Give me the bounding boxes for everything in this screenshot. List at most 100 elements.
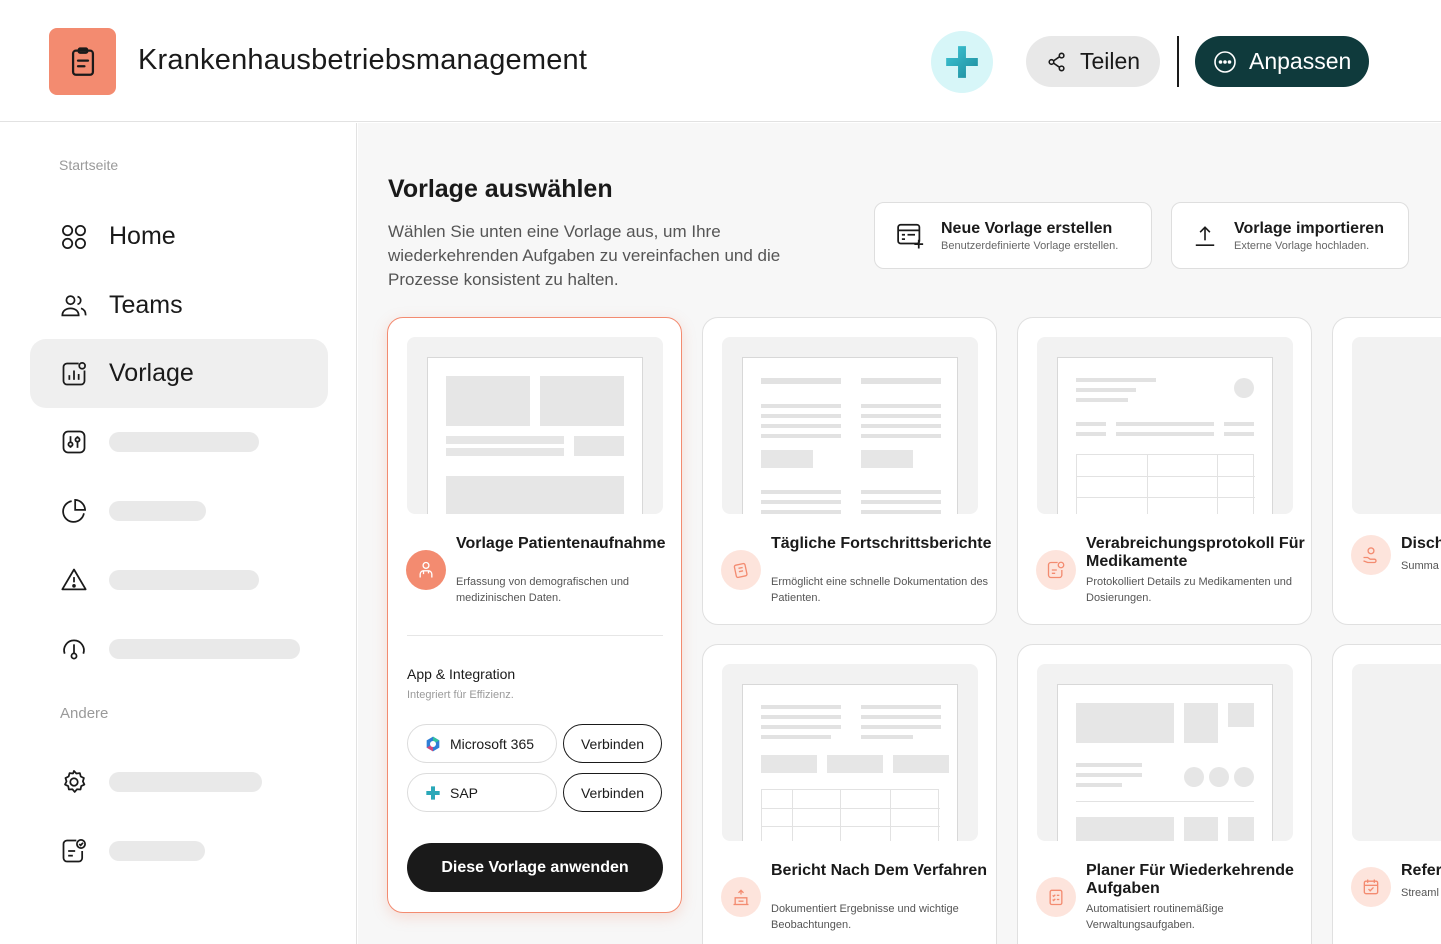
sidebar-item-placeholder[interactable] [30,614,328,683]
connect-sap-button[interactable]: Verbinden [563,773,662,812]
app-title: Krankenhausbetriebsmanagement [138,44,588,76]
card-description: Protokolliert Details zu Medikamenten un… [1086,576,1293,604]
medication-check-icon [1036,550,1076,590]
card-description: Ermöglicht eine schnelle Dokumentation d… [771,576,989,604]
import-template-subtitle: Externe Vorlage hochladen. [1234,239,1370,252]
app-header: Krankenhausbetriebsmanagement Teilen Anp… [0,0,1441,122]
card-title: Tägliche Fortschrittsberichte [771,535,992,552]
template-preview [722,337,978,514]
upload-icon [1195,225,1215,246]
sidebar-section-home: Startseite [59,157,119,173]
card-description: Streaml patients [1401,887,1441,899]
share-icon [1048,52,1065,71]
loading-placeholder [109,569,259,590]
template-card-patient-intake[interactable]: Vorlage Patientenaufnahme Erfassung von … [387,317,682,913]
medical-plus-icon [946,46,978,78]
loading-placeholder [109,500,206,521]
template-card-referral[interactable]: Refer Streaml patients [1332,644,1441,944]
card-title: Bericht Nach Dem Verfahren [771,862,988,879]
import-template-title: Vorlage importieren [1234,219,1384,237]
card-title: Refer [1401,862,1441,879]
template-card-post-procedure[interactable]: Bericht Nach Dem Verfahren Dokumentiert … [702,644,997,944]
template-chart-icon [59,359,89,389]
card-description: Erfassung von demografischen und medizin… [456,576,630,604]
new-template-subtitle: Benutzerdefinierte Vorlage erstellen. [941,239,1119,252]
patient-icon [406,550,446,590]
template-preview [1037,664,1293,841]
loading-placeholder [109,638,300,659]
sliders-icon [59,427,89,457]
sidebar-item-vorlage[interactable]: Vorlage [30,339,328,408]
settings-icon [59,767,89,797]
integration-name: Microsoft 365 [450,735,535,752]
more-circle-icon [1214,50,1236,73]
integration-microsoft-365: Microsoft 365 [407,724,557,763]
card-title: Verabreichungsprotokoll Für Medikamente [1086,535,1305,570]
integration-title: App & Integration [407,666,516,682]
card-description: Summa [1401,560,1439,572]
new-template-title: Neue Vorlage erstellen [941,219,1113,237]
microsoft-365-icon [426,736,440,751]
import-template-button[interactable]: Vorlage importieren Externe Vorlage hoch… [1171,202,1409,269]
report-icon [721,550,761,590]
loading-placeholder [109,840,205,861]
checklist-icon [1036,877,1076,917]
task-check-icon [59,836,89,866]
new-template-icon [897,223,924,248]
clipboard-icon [49,28,116,95]
sidebar-item-placeholder[interactable] [30,407,328,476]
template-preview [1037,337,1293,514]
template-card-medication-log[interactable]: Verabreichungsprotokoll Für Medikamente … [1017,317,1312,625]
template-card-discharge[interactable]: Disch Summa [1332,317,1441,625]
loading-placeholder [109,431,259,452]
template-preview [1352,337,1441,514]
integration-subtitle: Integriert für Effizienz. [407,689,514,701]
hand-care-icon [1351,535,1391,575]
sidebar-item-label: Home [109,222,176,250]
sidebar: Startseite Home Teams Vorlage Andere [0,123,357,944]
customize-label: Anpassen [1249,48,1352,74]
sidebar-item-label: Vorlage [109,359,194,387]
template-preview [1352,664,1441,841]
header-divider [1177,36,1179,87]
sidebar-item-label: Teams [109,291,183,319]
share-label: Teilen [1080,48,1141,74]
integration-name: SAP [450,784,479,801]
card-description: Dokumentiert Ergebnisse und wichtige Beo… [771,903,959,931]
customize-button[interactable]: Anpassen [1195,36,1369,87]
sidebar-item-home[interactable]: Home [30,202,328,271]
card-title: Planer Für Wiederkehrende Aufgaben [1086,862,1294,897]
alert-icon [59,565,89,595]
procedure-icon [721,877,761,917]
gauge-icon [59,634,89,664]
sidebar-item-teams[interactable]: Teams [30,271,328,340]
connect-microsoft-365-button[interactable]: Verbinden [563,724,662,763]
page-title: Vorlage auswählen [388,175,613,203]
page-description: Wählen Sie unten eine Vorlage aus, um Ih… [388,222,781,289]
template-preview [407,337,663,514]
add-button[interactable] [931,31,993,93]
card-divider [407,635,663,636]
main-content: Vorlage auswählen Wählen Sie unten eine … [358,123,1441,944]
template-card-daily-progress[interactable]: Tägliche Fortschrittsberichte Ermöglicht… [702,317,997,625]
integration-sap: SAP [407,773,557,812]
apply-template-button[interactable]: Diese Vorlage anwenden [407,843,663,892]
grid-icon [59,222,89,252]
share-button[interactable]: Teilen [1026,36,1160,87]
new-template-button[interactable]: Neue Vorlage erstellen Benutzerdefiniert… [874,202,1152,269]
template-card-recurring-tasks[interactable]: Planer Für Wiederkehrende Aufgaben Autom… [1017,644,1312,944]
sidebar-item-placeholder[interactable] [30,747,328,816]
pie-chart-icon [59,496,89,526]
template-preview [722,664,978,841]
sidebar-item-placeholder[interactable] [30,816,328,885]
sap-plus-icon [426,785,440,800]
loading-placeholder [109,771,262,792]
users-icon [59,291,89,321]
sidebar-section-other: Andere [60,705,109,722]
card-title: Vorlage Patientenaufnahme [456,535,666,552]
card-description: Automatisiert routinemäßige Verwaltungsa… [1086,903,1224,931]
card-title: Disch [1401,535,1441,552]
calendar-icon [1351,867,1391,907]
sidebar-item-placeholder[interactable] [30,545,328,614]
sidebar-item-placeholder[interactable] [30,476,328,545]
